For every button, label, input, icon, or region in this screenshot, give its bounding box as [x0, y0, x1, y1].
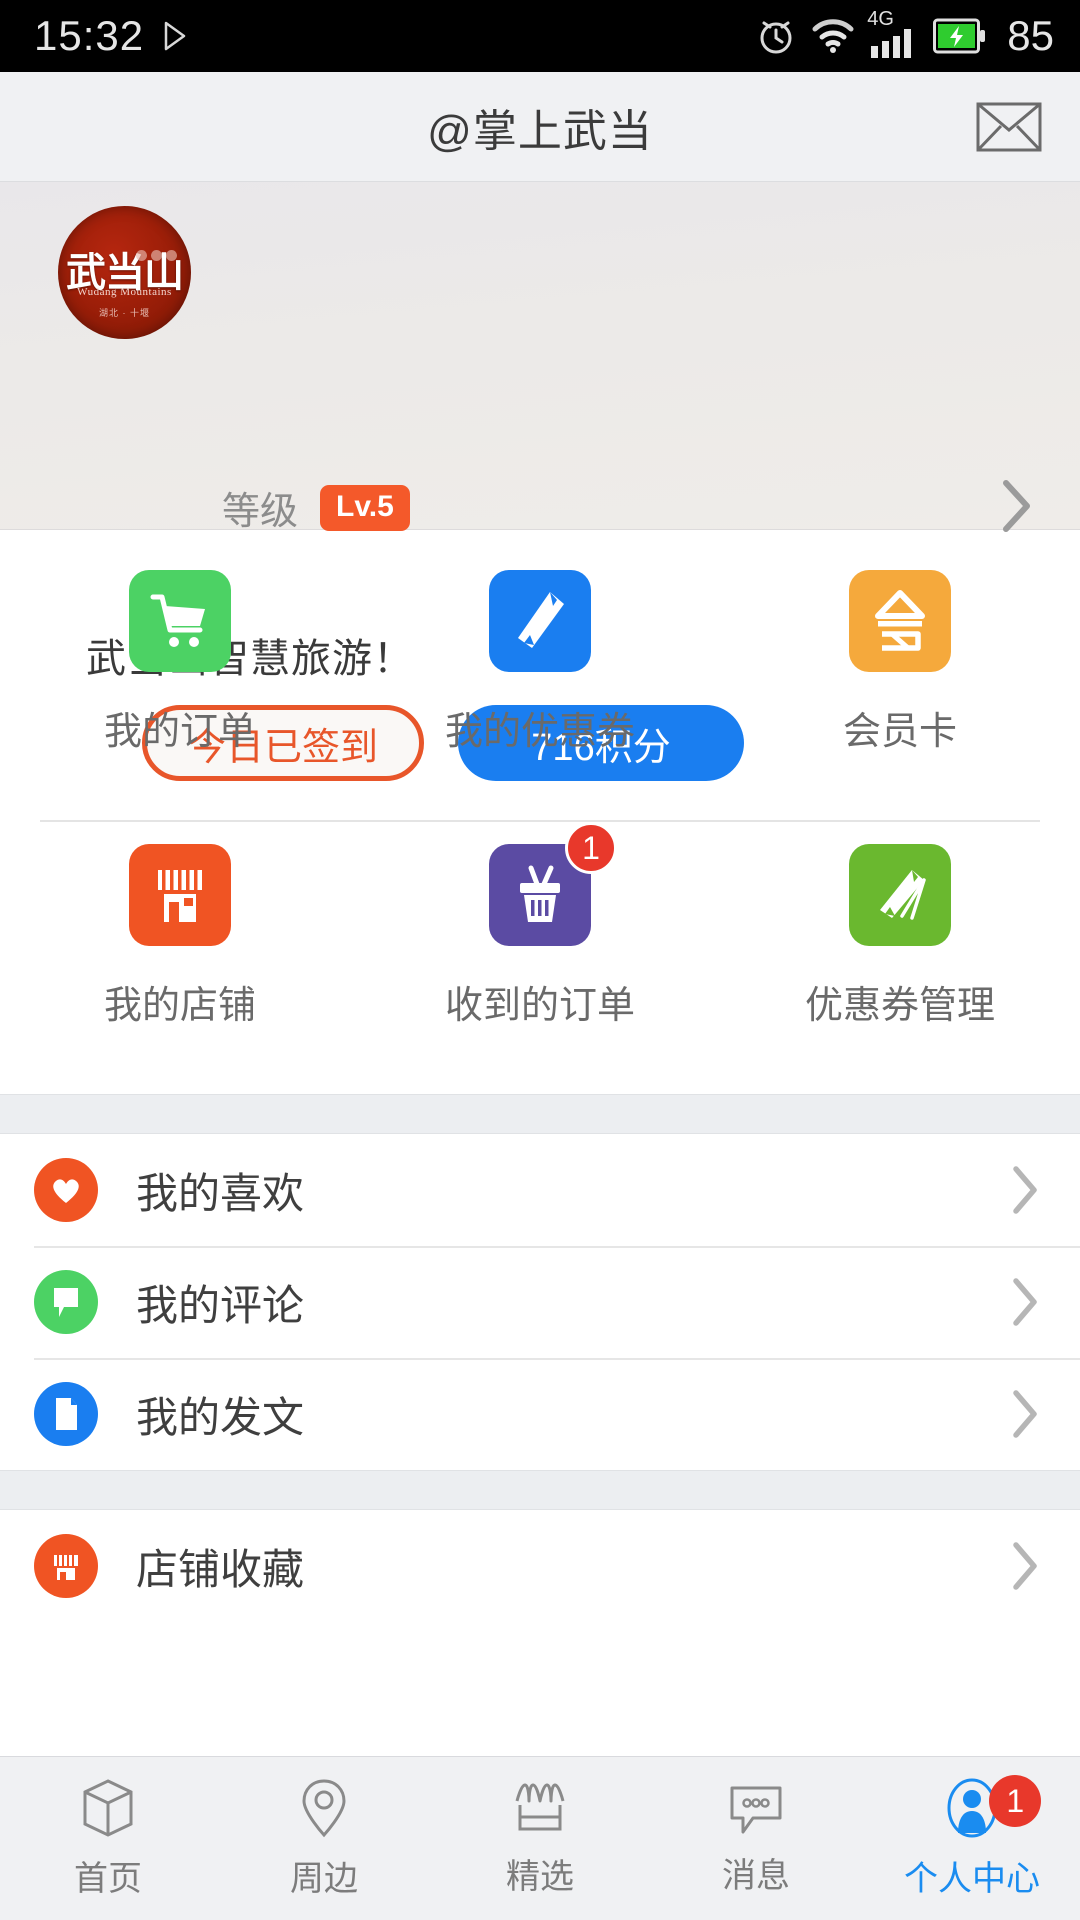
feature-grid-row-1: 我的订单 我的优惠券 会员卡 [0, 548, 1080, 820]
status-bar: 15:32 4G 85 [0, 0, 1080, 72]
tile-bg [129, 844, 231, 946]
tab-personal-center[interactable]: 1 个人中心 [864, 1757, 1080, 1920]
status-time: 15:32 [34, 12, 145, 59]
status-bar-right: 4G 85 [755, 8, 1054, 60]
tab-nearby[interactable]: 周边 [216, 1757, 432, 1920]
tile-bg: 1 [489, 822, 617, 946]
shopping-cart-icon [149, 592, 211, 650]
tile-bg [849, 844, 951, 946]
grid-item-label: 优惠券管理 [804, 985, 995, 1027]
section-gap-1 [0, 1094, 1080, 1134]
list-item-label: 我的发文 [136, 1393, 305, 1441]
page-title: @掌上武当 [427, 106, 653, 156]
level-badge: Lv.5 [320, 484, 410, 531]
grid-item-label: 会员卡 [842, 711, 957, 753]
profile-panel[interactable]: 武当山 Wudang Mountains 湖北 · 十堰 等级 Lv.5 武当山… [0, 182, 1080, 781]
list-item-my-likes[interactable]: 我的喜欢 [0, 1134, 1080, 1246]
basket-icon [509, 862, 571, 928]
location-pin-icon [299, 1777, 349, 1839]
document-icon [34, 1382, 98, 1446]
mail-icon[interactable] [974, 99, 1044, 155]
grid-item-badge: 1 [565, 822, 617, 874]
avatar-decor-dots [136, 250, 177, 261]
list-item-shop-favorites[interactable]: 店铺收藏 [0, 1510, 1080, 1622]
tab-messages[interactable]: 消息 [648, 1757, 864, 1920]
alarm-icon [755, 15, 797, 57]
status-bar-left: 15:32 [34, 12, 188, 60]
chevron-right-icon [1010, 1276, 1040, 1328]
tab-label: 首页 [74, 1860, 142, 1898]
list-group-1: 我的喜欢 我的评论 我的发文 [0, 1134, 1080, 1470]
chevron-right-icon [1010, 1388, 1040, 1440]
feature-grid: 我的订单 我的优惠券 会员卡 我的店铺 1 收到的订单 优惠券管理 [0, 530, 1080, 1094]
avatar-sub-text: Wudang Mountains [77, 286, 172, 298]
battery-charging-icon [933, 18, 987, 54]
level-row: 等级 Lv.5 [222, 480, 410, 535]
grid-item-coupon-management[interactable]: 优惠券管理 [720, 822, 1080, 1094]
list-item-my-comments[interactable]: 我的评论 [0, 1246, 1080, 1358]
grid-item-my-coupons[interactable]: 我的优惠券 [360, 548, 720, 820]
grid-item-my-shop[interactable]: 我的店铺 [0, 822, 360, 1094]
list-item-label: 店铺收藏 [136, 1545, 305, 1593]
grid-item-label: 我的订单 [103, 711, 256, 753]
feature-grid-row-2: 我的店铺 1 收到的订单 优惠券管理 [0, 822, 1080, 1094]
grid-item-member-card[interactable]: 会员卡 [720, 548, 1080, 820]
tab-badge: 1 [989, 1775, 1042, 1827]
storefront-icon [511, 1779, 569, 1837]
grid-item-received-orders[interactable]: 1 收到的订单 [360, 822, 720, 1094]
cube-icon [79, 1777, 137, 1839]
play-icon [162, 20, 188, 52]
signal-bars-icon: 4G [867, 8, 919, 60]
tab-label: 精选 [506, 1858, 574, 1896]
tab-label: 消息 [722, 1857, 790, 1895]
heart-icon [34, 1158, 98, 1222]
section-gap-2 [0, 1470, 1080, 1510]
tab-label: 周边 [290, 1860, 358, 1898]
avatar-sub2-text: 湖北 · 十堰 [99, 308, 150, 318]
tile-bg [849, 570, 951, 672]
grid-item-label: 我的优惠券 [444, 711, 635, 753]
tab-featured[interactable]: 精选 [432, 1757, 648, 1920]
coupon-ticket-icon [510, 588, 570, 654]
grid-item-label: 收到的订单 [444, 985, 635, 1027]
list-item-my-posts[interactable]: 我的发文 [0, 1358, 1080, 1470]
coupon-stack-icon [868, 864, 932, 926]
tab-label: 个人中心 [904, 1860, 1040, 1898]
chevron-right-icon [1010, 1540, 1040, 1592]
chevron-right-icon [1010, 1164, 1040, 1216]
wifi-icon [811, 17, 855, 55]
shop-icon [150, 864, 210, 926]
comment-icon [34, 1270, 98, 1334]
chevron-right-icon[interactable] [1000, 478, 1034, 534]
membership-card-icon [868, 590, 932, 652]
tile-bg [489, 570, 591, 672]
shop-favorite-icon [34, 1534, 98, 1598]
tab-home[interactable]: 首页 [0, 1757, 216, 1920]
list-item-label: 我的喜欢 [136, 1169, 305, 1217]
list-group-2: 店铺收藏 [0, 1510, 1080, 1622]
app-screen: 15:32 4G 85 @掌上武当 武当山 Wudang Mountains 湖… [0, 0, 1080, 1920]
avatar[interactable]: 武当山 Wudang Mountains 湖北 · 十堰 [58, 206, 191, 339]
title-bar: @掌上武当 [0, 72, 1080, 182]
grid-item-my-orders[interactable]: 我的订单 [0, 548, 360, 820]
chat-bubble-icon [727, 1780, 785, 1836]
battery-level: 85 [1007, 12, 1054, 59]
list-item-label: 我的评论 [136, 1281, 305, 1329]
tile-bg [129, 570, 231, 672]
grid-item-label: 我的店铺 [103, 985, 256, 1027]
bottom-tab-bar: 首页 周边 精选 消息 1 个人中心 [0, 1756, 1080, 1920]
network-type-label: 4G [867, 8, 894, 30]
level-label: 等级 [222, 491, 299, 533]
